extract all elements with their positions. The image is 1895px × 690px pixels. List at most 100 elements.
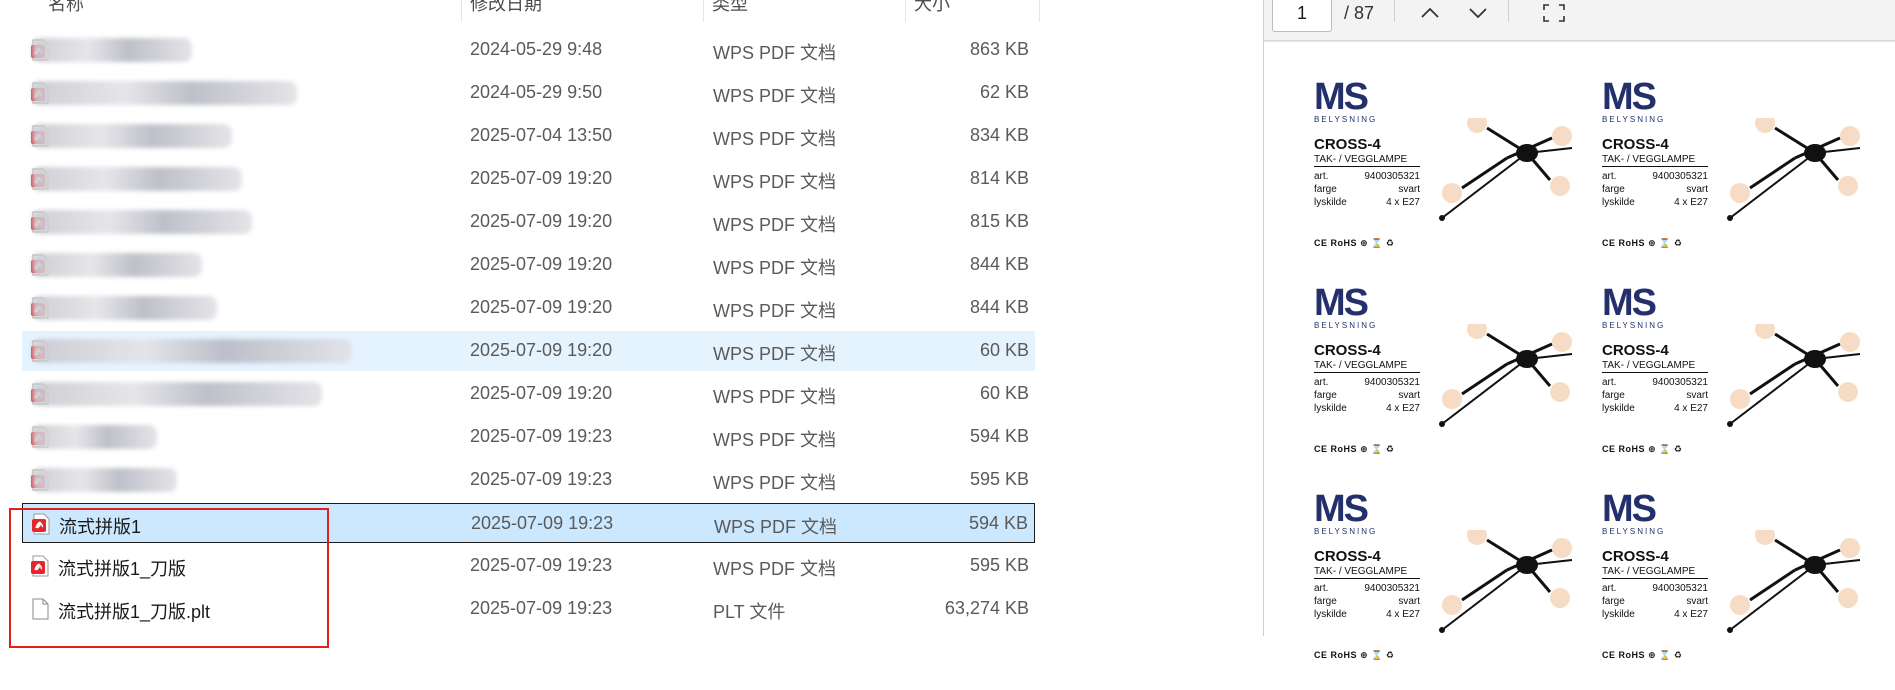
spec-row: lyskilde 4 x E27 <box>1314 197 1420 208</box>
file-row[interactable]: 2024-05-29 9:48 WPS PDF 文档 863 KB <box>22 30 1035 70</box>
file-type: WPS PDF 文档 <box>713 258 837 278</box>
lamp-illustration <box>1727 113 1861 221</box>
chevron-down-icon <box>1469 8 1487 19</box>
lamp-image <box>1432 525 1582 645</box>
fit-page-button[interactable] <box>1539 0 1569 26</box>
pdf-preview-pane: 1 / 87 MS BELYSNING CROSS-4 TAK- / VEGGLAMP… <box>1263 0 1895 660</box>
redacted-file-name <box>32 468 177 492</box>
product-label: MS BELYSNING CROSS-4 TAK- / VEGGLAMPE art. 94… <box>1602 284 1872 484</box>
redacted-file-name <box>32 81 297 105</box>
page-total: / 87 <box>1344 3 1375 23</box>
file-size: 844 KB <box>969 297 1029 317</box>
lamp-illustration <box>1439 525 1573 633</box>
product-name: CROSS-4 <box>1314 136 1381 153</box>
product-subtitle: TAK- / VEGGLAMPE <box>1314 154 1420 167</box>
lamp-image <box>1432 113 1582 233</box>
certification-marks: CE RoHS ⊕ ⌛ ♻ <box>1314 650 1395 660</box>
spec-row: art. 9400305321 <box>1314 583 1420 594</box>
file-type: WPS PDF 文档 <box>713 86 837 106</box>
column-date[interactable]: 修改日期 <box>470 0 542 16</box>
file-modified-date: 2025-07-09 19:20 <box>470 211 613 231</box>
file-list-pane: 名称 修改日期 类型 大小 2024-05-29 9:48 WPS PDF 文档 8… <box>0 0 1262 648</box>
file-row[interactable]: 2025-07-09 19:23 WPS PDF 文档 595 KB <box>22 460 1035 500</box>
product-name: CROSS-4 <box>1314 342 1381 359</box>
file-type: WPS PDF 文档 <box>713 301 837 321</box>
lamp-image <box>1720 113 1870 233</box>
product-name: CROSS-4 <box>1602 548 1669 565</box>
column-name[interactable]: 名称 <box>48 0 84 16</box>
product-name: CROSS-4 <box>1602 342 1669 359</box>
spec-row: art. 9400305321 <box>1314 377 1420 388</box>
brand-logo: MS BELYSNING <box>1314 488 1378 536</box>
spec-table: art. 9400305321 farge svart lyskilde 4 x E27 <box>1314 171 1420 210</box>
product-subtitle: TAK- / VEGGLAMPE <box>1314 566 1420 579</box>
brand-logo: MS BELYSNING <box>1314 76 1378 124</box>
file-modified-date: 2025-07-09 19:20 <box>470 383 613 403</box>
file-row[interactable]: 2025-07-04 13:50 WPS PDF 文档 834 KB <box>22 116 1035 156</box>
file-type: WPS PDF 文档 <box>713 430 837 450</box>
file-row[interactable]: 2025-07-09 19:20 WPS PDF 文档 60 KB <box>22 374 1035 414</box>
column-size[interactable]: 大小 <box>914 0 950 16</box>
column-type[interactable]: 类型 <box>712 0 748 16</box>
spec-row: art. 9400305321 <box>1602 171 1708 182</box>
file-type: WPS PDF 文档 <box>713 344 837 364</box>
certification-marks: CE RoHS ⊕ ⌛ ♻ <box>1602 650 1683 660</box>
file-modified-date: 2025-07-09 19:23 <box>470 426 613 446</box>
certification-marks: CE RoHS ⊕ ⌛ ♻ <box>1602 444 1683 454</box>
column-divider[interactable] <box>461 0 462 22</box>
column-header: 名称 修改日期 类型 大小 <box>0 0 1040 22</box>
product-subtitle: TAK- / VEGGLAMPE <box>1602 566 1708 579</box>
product-label: MS BELYSNING CROSS-4 TAK- / VEGGLAMPE art. 94… <box>1602 490 1872 690</box>
product-label: MS BELYSNING CROSS-4 TAK- / VEGGLAMPE art. 94… <box>1602 78 1872 278</box>
spec-row: farge svart <box>1314 390 1420 401</box>
file-row[interactable]: 2025-07-09 19:20 WPS PDF 文档 60 KB <box>22 331 1035 371</box>
column-divider[interactable] <box>905 0 906 22</box>
redacted-file-name <box>32 38 192 62</box>
file-type: WPS PDF 文档 <box>713 172 837 192</box>
file-size: 595 KB <box>969 469 1029 489</box>
file-row[interactable]: 2024-05-29 9:50 WPS PDF 文档 62 KB <box>22 73 1035 113</box>
toolbar-divider <box>1394 0 1395 22</box>
file-type: WPS PDF 文档 <box>713 387 837 407</box>
file-size: 594 KB <box>968 513 1028 533</box>
brand-logo: MS BELYSNING <box>1602 282 1666 330</box>
file-row[interactable]: 2025-07-09 19:20 WPS PDF 文档 814 KB <box>22 159 1035 199</box>
column-divider[interactable] <box>1039 0 1040 22</box>
file-modified-date: 2025-07-09 19:23 <box>470 469 613 489</box>
file-size: 595 KB <box>969 555 1029 575</box>
spec-row: art. 9400305321 <box>1602 583 1708 594</box>
file-size: 594 KB <box>969 426 1029 446</box>
file-modified-date: 2025-07-04 13:50 <box>470 125 613 145</box>
file-type: WPS PDF 文档 <box>713 43 837 63</box>
red-highlight-box <box>9 508 329 648</box>
file-row[interactable]: 2025-07-09 19:20 WPS PDF 文档 844 KB <box>22 288 1035 328</box>
file-size: 63,274 KB <box>944 598 1029 618</box>
lamp-image <box>1432 319 1582 439</box>
spec-row: farge svart <box>1602 596 1708 607</box>
product-subtitle: TAK- / VEGGLAMPE <box>1314 360 1420 373</box>
file-row[interactable]: 2025-07-09 19:20 WPS PDF 文档 815 KB <box>22 202 1035 242</box>
certification-marks: CE RoHS ⊕ ⌛ ♻ <box>1314 444 1395 454</box>
product-label: MS BELYSNING CROSS-4 TAK- / VEGGLAMPE art. 94… <box>1314 490 1584 690</box>
spec-row: farge svart <box>1314 596 1420 607</box>
spec-table: art. 9400305321 farge svart lyskilde 4 x E27 <box>1314 377 1420 416</box>
spec-row: lyskilde 4 x E27 <box>1602 403 1708 414</box>
file-size: 60 KB <box>979 383 1029 403</box>
product-name: CROSS-4 <box>1314 548 1381 565</box>
previous-page-button[interactable] <box>1415 0 1445 26</box>
product-name: CROSS-4 <box>1602 136 1669 153</box>
spec-row: lyskilde 4 x E27 <box>1314 403 1420 414</box>
file-modified-date: 2025-07-09 19:20 <box>470 340 613 360</box>
file-row[interactable]: 2025-07-09 19:23 WPS PDF 文档 594 KB <box>22 417 1035 457</box>
product-subtitle: TAK- / VEGGLAMPE <box>1602 360 1708 373</box>
brand-logo: MS BELYSNING <box>1602 488 1666 536</box>
column-divider[interactable] <box>703 0 704 22</box>
file-row[interactable]: 2025-07-09 19:20 WPS PDF 文档 844 KB <box>22 245 1035 285</box>
lamp-illustration <box>1727 319 1861 427</box>
page-number-input[interactable]: 1 <box>1272 0 1332 32</box>
next-page-button[interactable] <box>1463 0 1493 26</box>
file-size: 62 KB <box>979 82 1029 102</box>
redacted-file-name <box>32 296 217 320</box>
spec-row: lyskilde 4 x E27 <box>1602 197 1708 208</box>
file-type: PLT 文件 <box>713 602 786 622</box>
